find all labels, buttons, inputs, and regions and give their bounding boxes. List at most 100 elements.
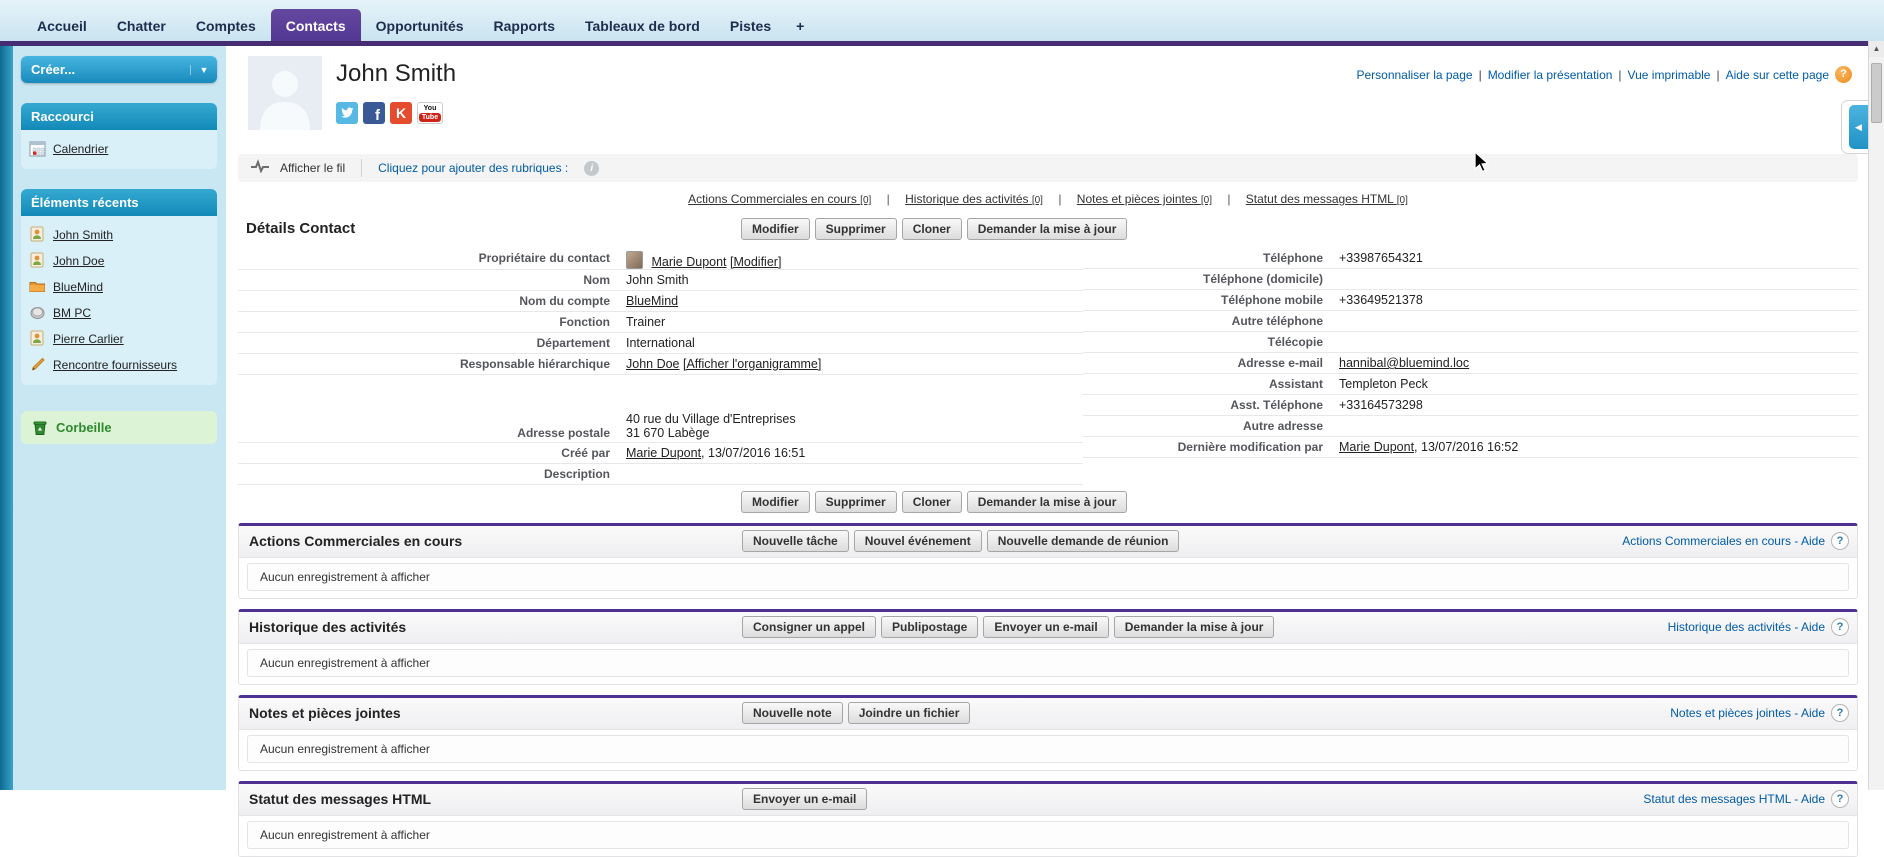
contact-avatar xyxy=(248,56,322,130)
cloner-button[interactable]: Cloner xyxy=(901,218,962,240)
modifier-button[interactable]: Modifier xyxy=(741,491,810,513)
modified-date: , 13/07/2016 16:52 xyxy=(1414,440,1519,454)
recent-item-bluemind[interactable]: BlueMind xyxy=(29,278,209,295)
jump-link-notes-pieces-jointes[interactable]: Notes et pièces jointes [0] xyxy=(1077,192,1212,206)
demander-mise-a-jour-button[interactable]: Demander la mise à jour xyxy=(966,491,1128,513)
recent-item-label: Pierre Carlier xyxy=(53,331,124,346)
owner-link[interactable]: Marie Dupont xyxy=(651,255,726,269)
add-topics-link[interactable]: Cliquez pour ajouter des rubriques : xyxy=(378,161,568,175)
section-help-link[interactable]: Statut des messages HTML - Aide xyxy=(1643,792,1825,806)
sidebar-item-calendrier[interactable]: Calendrier xyxy=(29,140,209,157)
vertical-scrollbar[interactable]: ▲ xyxy=(1868,41,1884,790)
twitter-icon[interactable] xyxy=(336,102,358,124)
modifier-button[interactable]: Modifier xyxy=(741,218,810,240)
section-help-link[interactable]: Notes et pièces jointes - Aide xyxy=(1670,706,1825,720)
mailing-address-line1: 40 rue du Village d'Entreprises xyxy=(626,412,796,426)
klout-letter: K xyxy=(395,105,407,121)
tab-contacts-active[interactable]: Contacts xyxy=(270,9,361,41)
tab-pistes[interactable]: Pistes xyxy=(715,9,786,41)
recent-item-john-smith[interactable]: John Smith xyxy=(29,226,209,243)
empty-records-message: Aucun enregistrement à afficher xyxy=(247,821,1849,849)
cloner-button[interactable]: Cloner xyxy=(901,491,962,513)
calendar-icon xyxy=(29,140,46,157)
empty-records-message: Aucun enregistrement à afficher xyxy=(247,649,1849,677)
jump-link-statut-messages-html[interactable]: Statut des messages HTML [0] xyxy=(1246,192,1408,206)
section-actions-commerciales: Actions Commerciales en cours Nouvelle t… xyxy=(238,523,1858,599)
account-link[interactable]: BlueMind xyxy=(626,294,678,308)
collapse-panel-tab[interactable]: ◀ xyxy=(1841,100,1868,154)
help-icon[interactable]: ? xyxy=(1831,704,1849,722)
supprimer-button[interactable]: Supprimer xyxy=(814,218,897,240)
tab-chatter[interactable]: Chatter xyxy=(102,9,181,41)
tab-comptes[interactable]: Comptes xyxy=(181,9,271,41)
contact-detail-page: Accueil Chatter Comptes Contacts Opportu… xyxy=(0,0,1884,857)
create-button-label: Créer... xyxy=(31,62,76,77)
tab-add-more[interactable]: + xyxy=(786,9,814,41)
nouvel-evenement-button[interactable]: Nouvel événement xyxy=(853,530,982,552)
jump-link-historique-activites[interactable]: Historique des activités [0] xyxy=(905,192,1043,206)
separator: | xyxy=(1227,192,1231,206)
contact-icon xyxy=(29,330,46,347)
link-modifier-la-presentation[interactable]: Modifier la présentation xyxy=(1488,68,1613,82)
recent-item-bm-pc[interactable]: BM PC xyxy=(29,304,209,321)
nouvelle-tache-button[interactable]: Nouvelle tâche xyxy=(742,530,849,552)
publipostage-button[interactable]: Publipostage xyxy=(881,616,979,638)
help-icon[interactable]: ? xyxy=(1831,790,1849,808)
klout-icon[interactable]: K xyxy=(390,102,412,124)
link-aide-sur-cette-page[interactable]: Aide sur cette page xyxy=(1726,68,1829,82)
sidebar: Créer... ▼ Raccourci Calendrier Éléments… xyxy=(13,46,226,790)
details-buttons-bottom: Modifier Supprimer Cloner Demander la mi… xyxy=(741,491,1858,513)
field-proprietaire-du-contact: Propriétaire du contact Marie Dupont [Mo… xyxy=(238,248,1083,270)
help-icon[interactable]: ? xyxy=(1835,66,1852,83)
section-title: Statut des messages HTML xyxy=(249,791,432,807)
show-feed-link[interactable]: Afficher le fil xyxy=(280,161,345,175)
created-by-link[interactable]: Marie Dupont xyxy=(626,446,701,460)
nouvelle-note-button[interactable]: Nouvelle note xyxy=(742,702,843,724)
owner-modify-link[interactable]: [Modifier] xyxy=(730,255,781,269)
recent-item-rencontre-fournisseurs[interactable]: Rencontre fournisseurs xyxy=(29,356,209,373)
scrollbar-up-arrow[interactable]: ▲ xyxy=(1869,41,1884,57)
field-adresse-postale: Adresse postale 40 rue du Village d'Entr… xyxy=(238,409,1083,443)
recent-item-label: Rencontre fournisseurs xyxy=(53,357,178,372)
chevron-down-icon: ▼ xyxy=(190,64,217,75)
envoyer-email-button[interactable]: Envoyer un e-mail xyxy=(742,788,868,810)
create-dropdown-button[interactable]: Créer... ▼ xyxy=(21,56,217,83)
demander-mise-a-jour-button[interactable]: Demander la mise à jour xyxy=(1113,616,1275,638)
joindre-fichier-button[interactable]: Joindre un fichier xyxy=(847,702,971,724)
recent-item-john-doe[interactable]: John Doe xyxy=(29,252,209,269)
section-help-link[interactable]: Historique des activités - Aide xyxy=(1668,620,1825,634)
nouvelle-demande-reunion-button[interactable]: Nouvelle demande de réunion xyxy=(986,530,1180,552)
section-help-link[interactable]: Actions Commerciales en cours - Aide xyxy=(1622,534,1825,548)
pencil-icon xyxy=(29,356,46,373)
scrollbar-thumb[interactable] xyxy=(1871,63,1882,123)
recent-item-pierre-carlier[interactable]: Pierre Carlier xyxy=(29,330,209,347)
tab-rapports[interactable]: Rapports xyxy=(479,9,570,41)
field-nom-du-compte: Nom du compte BlueMind xyxy=(238,291,1083,312)
coin-icon xyxy=(29,304,46,321)
related-list-jump-links: Actions Commerciales en cours [0] | Hist… xyxy=(238,192,1858,206)
org-chart-link[interactable]: [Afficher l'organigramme] xyxy=(683,357,821,371)
modified-by-link[interactable]: Marie Dupont xyxy=(1339,440,1414,454)
link-vue-imprimable[interactable]: Vue imprimable xyxy=(1628,68,1711,82)
manager-link[interactable]: John Doe xyxy=(626,357,680,371)
tab-tableaux-de-bord[interactable]: Tableaux de bord xyxy=(570,9,715,41)
facebook-icon[interactable]: f xyxy=(363,102,385,124)
email-link[interactable]: hannibal@bluemind.loc xyxy=(1339,356,1469,370)
help-icon[interactable]: ? xyxy=(1831,532,1849,550)
demander-mise-a-jour-button[interactable]: Demander la mise à jour xyxy=(966,218,1128,240)
envoyer-email-button[interactable]: Envoyer un e-mail xyxy=(983,616,1109,638)
tab-opportunites[interactable]: Opportunités xyxy=(361,9,479,41)
link-personnaliser-la-page[interactable]: Personnaliser la page xyxy=(1356,68,1472,82)
tab-accueil[interactable]: Accueil xyxy=(22,9,102,41)
help-icon[interactable]: ? xyxy=(1831,618,1849,636)
jump-link-actions-commerciales[interactable]: Actions Commerciales en cours [0] xyxy=(688,192,871,206)
info-icon[interactable]: i xyxy=(584,160,600,176)
supprimer-button[interactable]: Supprimer xyxy=(814,491,897,513)
field-assistant: Assistant Templeton Peck xyxy=(1083,374,1858,395)
youtube-icon[interactable]: You Tube xyxy=(417,102,443,124)
recent-items-panel: Éléments récents John Smith John Doe Blu… xyxy=(21,189,217,385)
section-buttons: Envoyer un e-mail xyxy=(742,788,868,810)
section-title: Notes et pièces jointes xyxy=(249,705,401,721)
consigner-appel-button[interactable]: Consigner un appel xyxy=(742,616,877,638)
recycle-bin-link[interactable]: Corbeille xyxy=(21,411,217,444)
